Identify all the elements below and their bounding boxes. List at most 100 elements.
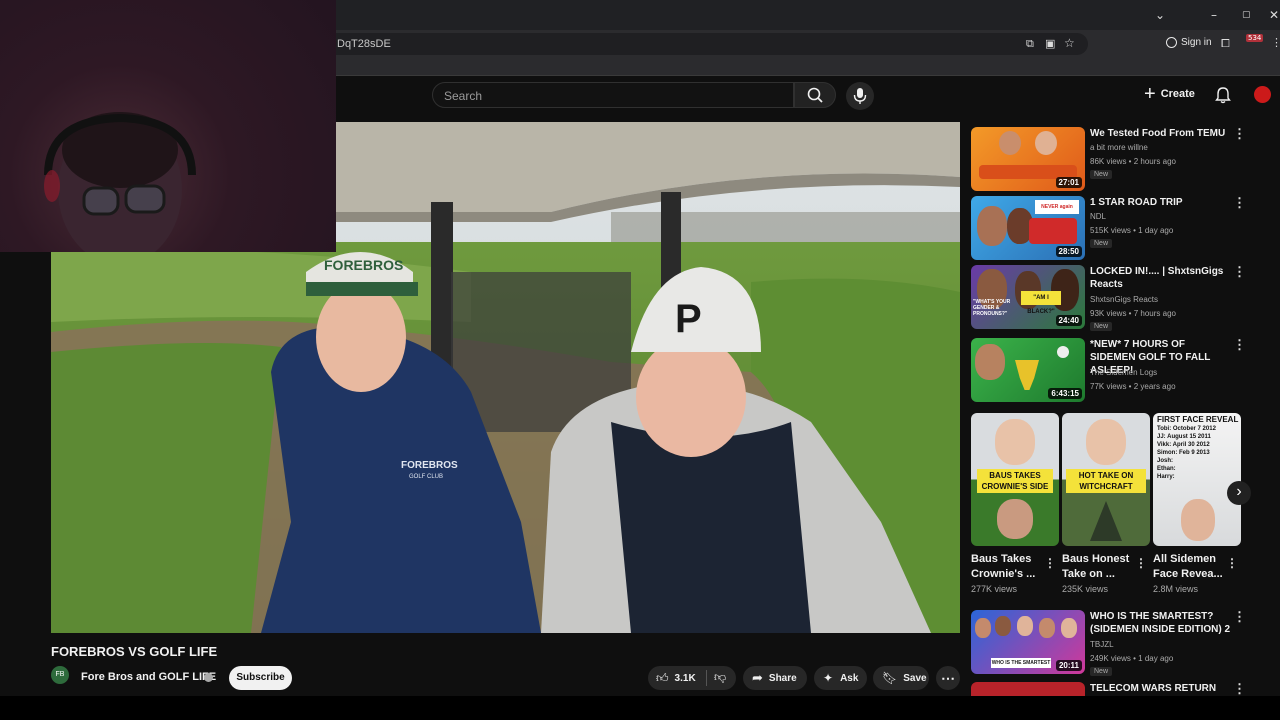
search-input[interactable]: Search — [432, 82, 794, 108]
more-options-icon[interactable]: ⋮ — [1044, 556, 1056, 570]
sign-in-label: Sign in — [1181, 37, 1212, 48]
share-arrow-icon: ➦ — [752, 670, 763, 685]
video-duration: 24:40 — [1055, 315, 1082, 326]
video-meta: 77K views • 2 years ago — [1090, 382, 1176, 391]
short-caption: BAUS TAKES CROWNIE'S SIDE — [977, 469, 1053, 493]
close-window-icon[interactable]: ✕ — [1269, 8, 1279, 22]
webcam-overlay — [0, 0, 336, 252]
short-caption-line: Simon: Feb 9 2013 — [1157, 450, 1210, 456]
short-views: 235K views — [1062, 584, 1109, 594]
share-button[interactable]: ➦ Share — [743, 666, 807, 690]
short-thumbnail[interactable]: HOT TAKE ON WITCHCRAFT — [1062, 413, 1150, 546]
shorts-next-arrow-icon[interactable]: › — [1227, 481, 1251, 505]
short-views: 277K views — [971, 584, 1018, 594]
install-app-icon[interactable]: ▣ — [1045, 37, 1055, 50]
account-avatar[interactable] — [1254, 86, 1271, 103]
sparkle-icon: ✦ — [823, 671, 834, 685]
create-button[interactable]: + Create — [1144, 83, 1195, 105]
short-title[interactable]: Baus Takes Crownie's ... — [971, 552, 1049, 582]
hoodie-logo-text: FOREBROS — [401, 460, 458, 471]
recommended-video[interactable]: WHO IS THE SMARTEST 20:11 WHO IS THE SMA… — [971, 610, 1246, 676]
more-options-icon[interactable]: ⋮ — [1233, 338, 1246, 351]
plus-icon: + — [1144, 83, 1156, 105]
search-placeholder: Search — [444, 89, 483, 103]
microphone-icon — [853, 88, 867, 104]
address-bar[interactable]: DqT28sDE ⧉ ▣ ☆ — [320, 33, 1088, 55]
video-thumbnail[interactable]: NEVER again 28:50 — [971, 196, 1085, 260]
short-caption-list: Tobi: October 7 2012 JJ: August 15 2011 Vi… — [1157, 425, 1216, 481]
video-meta: 93K views • 7 hours ago — [1090, 309, 1176, 318]
more-options-icon[interactable]: ⋮ — [1135, 556, 1147, 570]
subscribe-button[interactable]: Subscribe — [229, 666, 292, 690]
recommended-video[interactable]: TELECOM WARS RETURN FOR ⋮ — [971, 682, 1241, 696]
video-title[interactable]: WHO IS THE SMARTEST? (SIDEMEN INSIDE EDI… — [1090, 610, 1230, 636]
bookmark-icon: 🔖︎ — [882, 671, 898, 685]
short-title[interactable]: Baus Honest Take on ... — [1062, 552, 1140, 582]
like-dislike-group: 👍︎ 3.1K 👎︎ — [648, 666, 736, 690]
channel-name[interactable]: NDL — [1090, 212, 1106, 221]
more-options-icon[interactable]: ⋮ — [1233, 682, 1241, 695]
search-button[interactable] — [794, 82, 836, 108]
video-title[interactable]: TELECOM WARS RETURN FOR — [1090, 682, 1230, 696]
short-caption: HOT TAKE ON WITCHCRAFT — [1066, 469, 1146, 493]
short-thumbnail[interactable]: FIRST FACE REVEAL Tobi: October 7 2012 JJ… — [1153, 413, 1241, 546]
short-title[interactable]: All Sidemen Face Revea... — [1153, 552, 1231, 582]
short-views: 2.8M views — [1153, 584, 1199, 594]
hoodie-sub-text: GOLF CLUB — [409, 474, 443, 480]
short-caption-line: Josh: — [1157, 458, 1174, 464]
tab-list-chevron-icon[interactable]: ⌄ — [1155, 8, 1165, 22]
video-title[interactable]: 1 STAR ROAD TRIP — [1090, 196, 1230, 209]
channel-name[interactable]: a bit more willne — [1090, 143, 1148, 152]
browser-sign-in-button[interactable]: Sign in — [1166, 37, 1212, 48]
save-button[interactable]: 🔖︎ Save — [873, 666, 929, 690]
more-options-icon[interactable]: ⋮ — [1233, 196, 1246, 209]
short-caption-line: Ethan: — [1157, 466, 1176, 472]
channel-name[interactable]: The Sidemen Logs — [1090, 368, 1157, 377]
recommended-video[interactable]: 6:43:15 *NEW* 7 HOURS OF SIDEMEN GOLF TO… — [971, 338, 1246, 402]
more-options-icon[interactable]: ⋮ — [1233, 127, 1246, 140]
browser-menu-icon[interactable]: ⋮ — [1271, 36, 1280, 49]
maximize-icon[interactable]: ▢ — [1242, 10, 1251, 20]
video-title[interactable]: We Tested Food From TEMU — [1090, 127, 1230, 140]
minimize-icon[interactable]: – — [1211, 8, 1217, 22]
video-thumbnail[interactable]: "WHAT'S YOUR GENDER & PRONOUNS?" "AM I B… — [971, 265, 1085, 329]
short-caption-line: Vikk: April 30 2012 — [1157, 442, 1210, 448]
streamer-camera — [44, 112, 196, 252]
like-count[interactable]: 3.1K — [675, 673, 696, 684]
notifications-bell-icon[interactable] — [1214, 86, 1232, 104]
recommended-video[interactable]: 27:01 We Tested Food From TEMU a bit mor… — [971, 127, 1246, 191]
ask-button[interactable]: ✦ Ask — [814, 666, 867, 690]
channel-name[interactable]: TBJZL — [1090, 640, 1114, 649]
thumbnail-caption: NEVER again — [1035, 200, 1079, 214]
video-thumbnail[interactable]: 6:43:15 — [971, 338, 1085, 402]
video-title[interactable]: LOCKED IN!.... | ShxtsnGigs Reacts — [1090, 265, 1230, 291]
channel-avatar[interactable]: FB — [51, 666, 69, 684]
video-duration: 27:01 — [1055, 177, 1082, 188]
thumbs-down-icon[interactable]: 👎︎ — [714, 670, 726, 685]
more-options-icon[interactable]: ⋮ — [1226, 556, 1238, 570]
bookmark-star-icon[interactable]: ☆ — [1064, 36, 1075, 50]
recommended-video[interactable]: NEVER again 28:50 1 STAR ROAD TRIP NDL 5… — [971, 196, 1246, 260]
video-meta: 86K views • 2 hours ago — [1090, 157, 1176, 166]
thumbs-up-icon[interactable]: 👍︎ — [656, 671, 669, 686]
short-caption: FIRST FACE REVEAL — [1157, 415, 1239, 424]
extension-badge[interactable]: 534 — [1246, 34, 1264, 42]
save-label: Save — [903, 672, 927, 684]
video-duration: 6:43:15 — [1048, 388, 1082, 399]
short-thumbnail[interactable]: BAUS TAKES CROWNIE'S SIDE — [971, 413, 1059, 546]
recommended-video[interactable]: "WHAT'S YOUR GENDER & PRONOUNS?" "AM I B… — [971, 265, 1246, 331]
more-options-icon[interactable]: ⋮ — [1233, 610, 1246, 623]
more-actions-button[interactable]: ⋯ — [936, 666, 960, 690]
extensions-puzzle-icon[interactable]: ⧠ — [1221, 37, 1230, 51]
new-badge: New — [1090, 667, 1113, 676]
video-duration: 20:11 — [1055, 660, 1082, 671]
video-thumbnail[interactable] — [971, 682, 1085, 696]
picture-in-picture-icon[interactable]: ⧉ — [1026, 37, 1034, 51]
cap-p-logo: P — [675, 297, 702, 341]
voice-search-button[interactable] — [846, 82, 874, 110]
channel-name[interactable]: ShxtsnGigs Reacts — [1090, 295, 1158, 304]
channel-name[interactable]: Fore Bros and GOLF LIFE — [81, 671, 216, 683]
more-options-icon[interactable]: ⋮ — [1233, 265, 1246, 278]
video-thumbnail[interactable]: WHO IS THE SMARTEST 20:11 — [971, 610, 1085, 674]
video-thumbnail[interactable]: 27:01 — [971, 127, 1085, 191]
